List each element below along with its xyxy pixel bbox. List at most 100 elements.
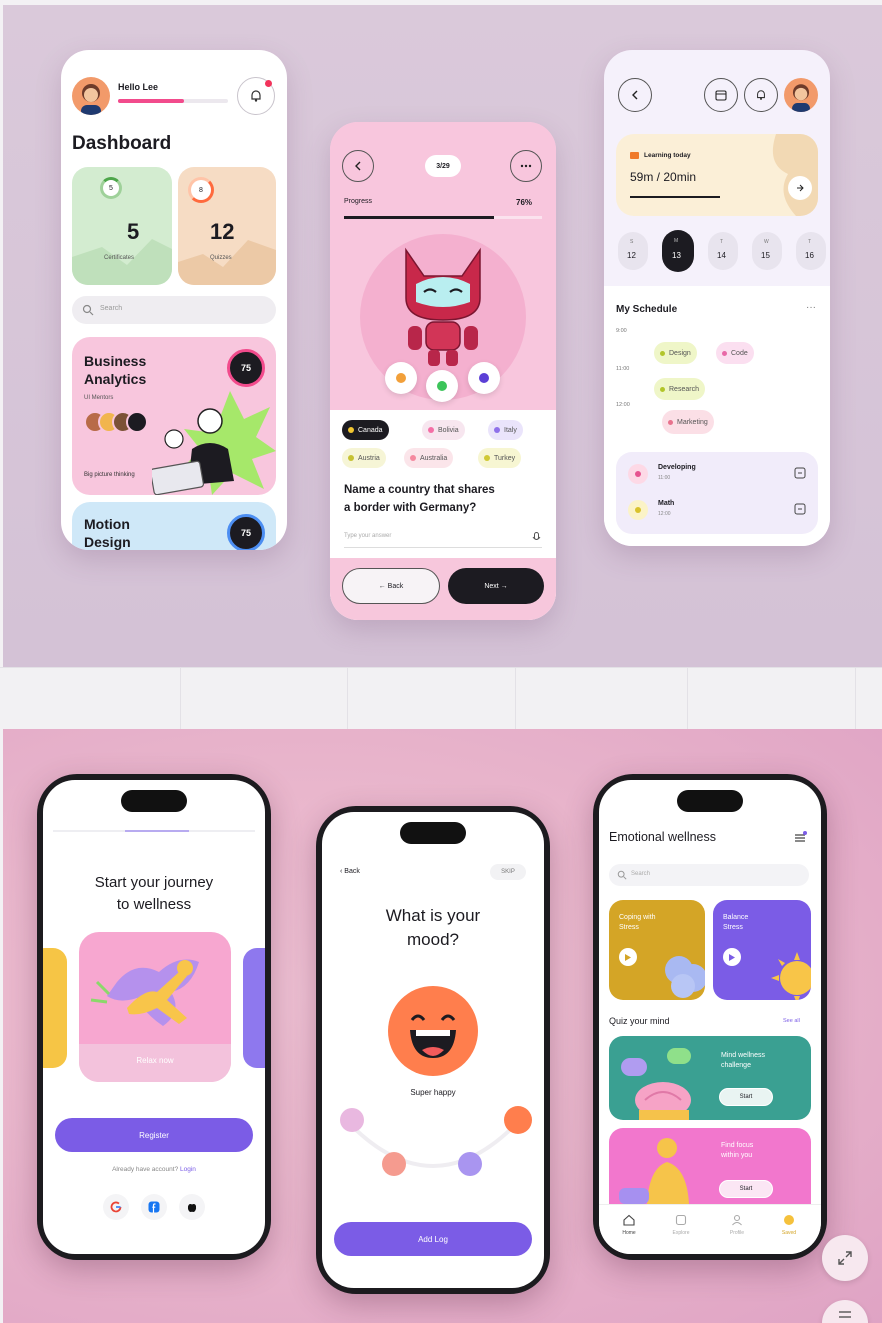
day-5[interactable]: T 16	[796, 232, 826, 270]
filter-icon	[795, 831, 807, 842]
answer-chip-1[interactable]: Canada	[342, 420, 389, 440]
banner1-start-button[interactable]: Start	[719, 1088, 773, 1106]
login-prompt: Already have account? Login	[112, 1166, 196, 1173]
dynamic-island	[400, 822, 466, 844]
grid-icon	[675, 1214, 687, 1226]
wellness-filter-button[interactable]	[793, 830, 807, 844]
fullscreen-button[interactable]	[822, 1235, 868, 1281]
option-green[interactable]	[426, 370, 458, 402]
star-icon	[784, 1215, 794, 1225]
schedule-avatar[interactable]	[784, 78, 818, 112]
answer-chip-6[interactable]: Turkey	[478, 448, 522, 468]
question-line2: a border with Germany?	[344, 502, 477, 514]
microphone-icon[interactable]	[532, 532, 541, 543]
quiz-next-button[interactable]: Next →	[448, 568, 544, 604]
robot-cat-illustration	[405, 247, 481, 366]
relax-card[interactable]: Relax now	[79, 932, 231, 1082]
search-input[interactable]: Search	[72, 296, 276, 324]
progress-bar	[344, 216, 542, 219]
balance-stress-card[interactable]: Balance Stress	[713, 900, 811, 1000]
business-analytics-card[interactable]: Business Analytics UI Mentors 75 Big pic…	[72, 337, 276, 495]
mood-back-link[interactable]: ‹ Back	[340, 868, 360, 875]
answer-chip-5[interactable]: Australia	[404, 448, 454, 468]
play-icon	[723, 948, 741, 966]
person-with-laptop-illustration	[152, 391, 276, 495]
apple-login-button[interactable]	[179, 1194, 205, 1220]
schedule-bell-button[interactable]	[744, 78, 778, 112]
certificates-ring: 5	[100, 177, 122, 199]
quizzes-card[interactable]: 8 12 Quizzes	[178, 167, 276, 285]
time-label-1: 9:00	[616, 328, 627, 334]
quiz-prev-button[interactable]: ← Back	[342, 568, 440, 604]
mood-option-angry[interactable]	[382, 1152, 406, 1176]
answer-chip-2[interactable]: Bolivia	[422, 420, 465, 440]
onboarding-phone: Start your journey to wellness Relax now…	[37, 774, 271, 1260]
wellness-phone: Emotional wellness Search Coping with St…	[593, 774, 827, 1260]
wellness-screen: Emotional wellness Search Coping with St…	[599, 780, 821, 1254]
register-button[interactable]: Register	[55, 1118, 253, 1152]
avatar[interactable]	[72, 77, 110, 115]
relaxing-person-illustration	[90, 959, 199, 1026]
answer-input[interactable]: Type your answer	[344, 530, 542, 548]
day-4[interactable]: W 15	[752, 232, 782, 270]
schedule-more-icon[interactable]: ···	[806, 302, 816, 313]
learning-today-card[interactable]: Learning today 59m / 20min	[616, 134, 818, 216]
nav-saved[interactable]: Saved	[773, 1211, 805, 1247]
day-3[interactable]: T 14	[708, 232, 738, 270]
mood-option-sad[interactable]	[340, 1108, 364, 1132]
home-icon	[623, 1214, 635, 1226]
google-icon	[110, 1201, 122, 1213]
facebook-login-button[interactable]	[141, 1194, 167, 1220]
wellness-search-input[interactable]: Search	[609, 864, 809, 886]
add-log-button[interactable]: Add Log	[334, 1222, 532, 1256]
course-title-line2: Analytics	[84, 371, 147, 387]
event-chip-4[interactable]: Marketing	[662, 410, 714, 434]
motion-design-card[interactable]: Motion Design 75	[72, 502, 276, 550]
google-login-button[interactable]	[103, 1194, 129, 1220]
progress-label: Progress	[344, 198, 373, 205]
canvas-divider	[0, 667, 882, 729]
quiz-back-button[interactable]	[342, 150, 374, 182]
selected-mood-face[interactable]	[388, 986, 478, 1076]
day-2-selected[interactable]: M 13	[662, 230, 694, 272]
event-chip-2[interactable]: Code	[716, 342, 754, 364]
lesson-item-2[interactable]: Math 12:00	[628, 496, 806, 524]
quiz-screen: 3/29 Progress 76% Canada Bolivia Italy A…	[330, 122, 556, 620]
skip-button[interactable]: SKIP	[490, 864, 526, 880]
quiz-section-link[interactable]: See all	[783, 1018, 800, 1024]
quiz-counter: 3/29	[425, 155, 461, 177]
day-1[interactable]: S 12	[618, 232, 648, 270]
banner2-start-button[interactable]: Start	[719, 1180, 773, 1198]
mind-challenge-banner[interactable]: Mind wellness challenge Start	[609, 1036, 811, 1120]
quiz-more-button[interactable]	[510, 150, 542, 182]
nav-profile[interactable]: Profile	[721, 1211, 753, 1247]
schedule-back-button[interactable]	[618, 78, 652, 112]
mood-screen: ‹ Back SKIP What is your mood? Super hap…	[322, 812, 544, 1288]
onboarding-title-line1: Start your journey	[94, 874, 214, 891]
login-link[interactable]: Login	[180, 1166, 196, 1173]
greeting-text: Hello Lee	[118, 82, 159, 92]
event-chip-1[interactable]: Design	[654, 342, 697, 364]
learning-title: Learning today	[644, 152, 691, 159]
mood-option-calm[interactable]	[458, 1152, 482, 1176]
calendar-button[interactable]	[704, 78, 738, 112]
answer-chip-4[interactable]: Austria	[342, 448, 386, 468]
mood-option-happy[interactable]	[504, 1106, 532, 1134]
option-purple[interactable]	[468, 362, 500, 394]
event-chip-3[interactable]: Research	[654, 378, 705, 400]
learning-play-button[interactable]	[788, 176, 812, 200]
flower-illustration	[665, 956, 705, 998]
mood-label: Super happy	[410, 1088, 456, 1097]
coping-stress-card[interactable]: Coping with Stress	[609, 900, 705, 1000]
focus-banner[interactable]: Find focus within you Start	[609, 1128, 811, 1204]
bottom-nav: Home Explore Profile Saved	[599, 1204, 821, 1254]
answer-chip-3[interactable]: Italy	[488, 420, 523, 440]
nav-home[interactable]: Home	[613, 1211, 645, 1247]
search-icon	[82, 304, 94, 316]
nav-explore[interactable]: Explore	[665, 1211, 697, 1247]
page-title: Dashboard	[72, 133, 172, 154]
lesson-item-1[interactable]: Developing 11:00	[628, 460, 806, 488]
notification-button[interactable]	[237, 77, 275, 115]
option-orange[interactable]	[385, 362, 417, 394]
certificates-card[interactable]: 5 5 Certificates	[72, 167, 172, 285]
